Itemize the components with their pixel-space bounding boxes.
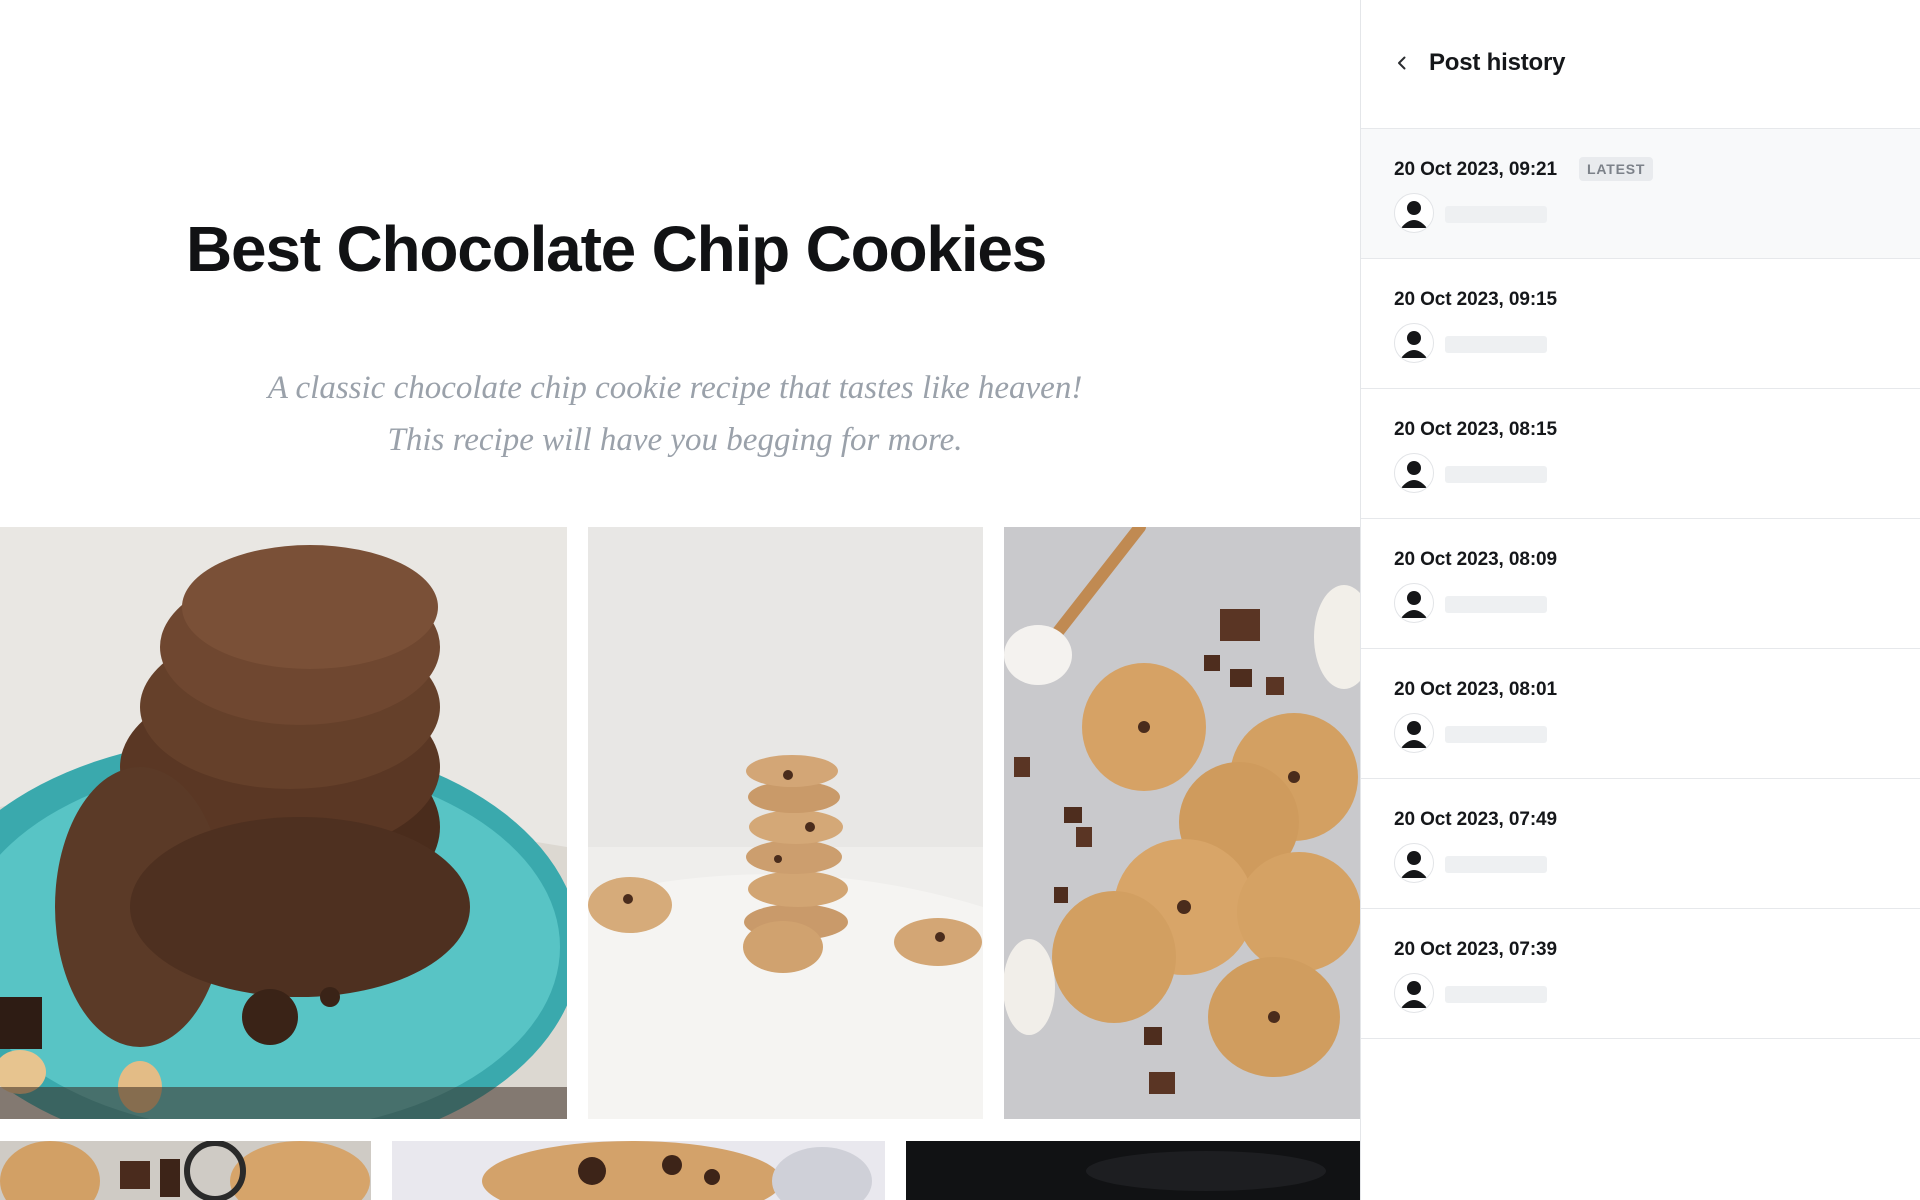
revision-date: 20 Oct 2023, 08:01 bbox=[1394, 679, 1557, 700]
user-icon bbox=[1401, 851, 1427, 878]
gallery-image-cookies-chocolate-chunks[interactable] bbox=[1004, 527, 1360, 1119]
gallery-image-stacked-cookies-plate[interactable] bbox=[0, 527, 567, 1119]
panel-title: Post history bbox=[1429, 49, 1566, 76]
gallery-image-broken-cookies[interactable] bbox=[392, 1141, 885, 1200]
author-name-placeholder bbox=[1445, 466, 1547, 483]
revision-date: 20 Oct 2023, 09:21 bbox=[1394, 159, 1557, 180]
author-name-placeholder bbox=[1445, 596, 1547, 613]
avatar bbox=[1394, 453, 1434, 493]
revision-date: 20 Oct 2023, 08:09 bbox=[1394, 549, 1557, 570]
avatar bbox=[1394, 193, 1434, 233]
author-name-placeholder bbox=[1445, 986, 1547, 1003]
author-name-placeholder bbox=[1445, 726, 1547, 743]
revision-item[interactable]: 20 Oct 2023, 07:49 bbox=[1361, 779, 1920, 909]
user-icon bbox=[1401, 331, 1427, 358]
avatar bbox=[1394, 323, 1434, 363]
user-icon bbox=[1401, 461, 1427, 488]
revision-item[interactable]: 20 Oct 2023, 08:15 bbox=[1361, 389, 1920, 519]
avatar bbox=[1394, 843, 1434, 883]
panel-header: Post history bbox=[1361, 0, 1920, 129]
avatar bbox=[1394, 713, 1434, 753]
chevron-left-icon bbox=[1398, 56, 1406, 70]
revision-date: 20 Oct 2023, 08:15 bbox=[1394, 419, 1557, 440]
user-icon bbox=[1401, 981, 1427, 1008]
author-name-placeholder bbox=[1445, 336, 1547, 353]
revision-list: 20 Oct 2023, 09:21 LATEST 20 Oct 2023, 0… bbox=[1361, 129, 1920, 1039]
avatar bbox=[1394, 583, 1434, 623]
user-icon bbox=[1401, 201, 1427, 228]
back-button[interactable] bbox=[1387, 48, 1417, 78]
author-name-placeholder bbox=[1445, 856, 1547, 873]
gallery-image-cookies-bottom-left[interactable] bbox=[0, 1141, 371, 1200]
revision-item[interactable]: 20 Oct 2023, 07:39 bbox=[1361, 909, 1920, 1039]
revision-item[interactable]: 20 Oct 2023, 08:01 bbox=[1361, 649, 1920, 779]
user-icon bbox=[1401, 721, 1427, 748]
user-icon bbox=[1401, 591, 1427, 618]
revision-date: 20 Oct 2023, 09:15 bbox=[1394, 289, 1557, 310]
revision-item[interactable]: 20 Oct 2023, 08:09 bbox=[1361, 519, 1920, 649]
avatar bbox=[1394, 973, 1434, 1013]
latest-badge: LATEST bbox=[1579, 157, 1654, 181]
gallery-image-dark[interactable] bbox=[906, 1141, 1360, 1200]
author-name-placeholder bbox=[1445, 206, 1547, 223]
editor-canvas: Best Chocolate Chip Cookies A classic ch… bbox=[0, 0, 1360, 1200]
image-gallery bbox=[0, 0, 1360, 1200]
revision-date: 20 Oct 2023, 07:39 bbox=[1394, 939, 1557, 960]
gallery-image-cookie-stack[interactable] bbox=[588, 527, 983, 1119]
revision-item[interactable]: 20 Oct 2023, 09:21 LATEST bbox=[1361, 129, 1920, 259]
revision-date: 20 Oct 2023, 07:49 bbox=[1394, 809, 1557, 830]
revision-item[interactable]: 20 Oct 2023, 09:15 bbox=[1361, 259, 1920, 389]
post-history-panel: Post history 20 Oct 2023, 09:21 LATEST 2… bbox=[1360, 0, 1920, 1200]
